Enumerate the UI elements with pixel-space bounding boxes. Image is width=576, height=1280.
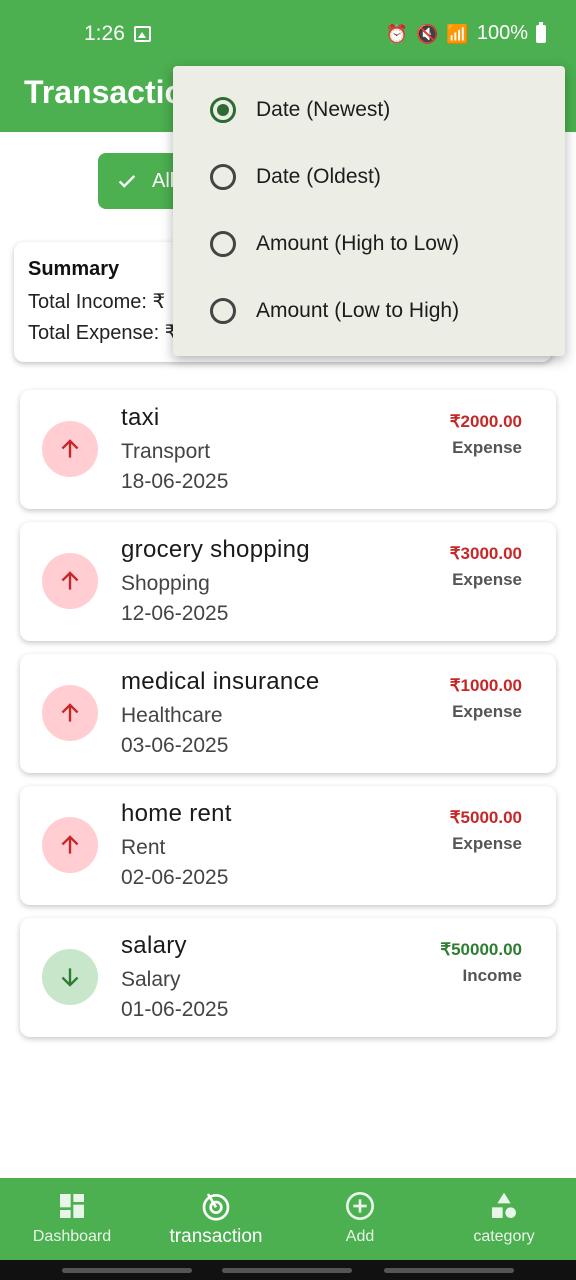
expense-avatar: [42, 685, 98, 741]
nav-label: transaction: [169, 1226, 263, 1247]
transaction-date: 01-06-2025: [121, 998, 229, 1021]
sort-option-label: Amount (High to Low): [256, 231, 460, 255]
transaction-item[interactable]: salary Salary 01-06-2025 ₹50000.00 Incom…: [20, 918, 556, 1037]
transaction-amount: ₹1000.00: [449, 676, 522, 695]
wifi-icon: 📶: [446, 23, 469, 44]
arrow-up-icon: [61, 703, 79, 722]
transaction-icon: [202, 1193, 230, 1221]
transaction-item[interactable]: taxi Transport 18-06-2025 ₹2000.00 Expen…: [20, 390, 556, 509]
nav-dashboard[interactable]: Dashboard: [0, 1178, 144, 1260]
transaction-item[interactable]: grocery shopping Shopping 12-06-2025 ₹30…: [20, 522, 556, 641]
nav-category[interactable]: category: [432, 1178, 576, 1260]
status-icons: ⏰ 🔇 📶 100%: [385, 21, 546, 45]
transaction-category: Salary: [121, 968, 181, 991]
gesture-pill: [222, 1268, 352, 1273]
transaction-category: Rent: [121, 836, 166, 859]
sort-option-label: Date (Oldest): [256, 164, 381, 188]
transaction-date: 02-06-2025: [121, 866, 229, 889]
transaction-item[interactable]: medical insurance Healthcare 03-06-2025 …: [20, 654, 556, 773]
sort-option-label: Date (Newest): [256, 97, 391, 121]
transaction-amount: ₹50000.00: [440, 940, 522, 959]
arrow-up-icon: [61, 439, 79, 458]
transaction-type: Income: [462, 966, 522, 985]
add-circle-icon: [346, 1192, 374, 1220]
category-icon: [492, 1192, 516, 1218]
transactions-screen: 1:26 ⏰ 🔇 📶 100% Transactions All Summary…: [0, 0, 576, 1280]
transaction-date: 18-06-2025: [121, 470, 229, 493]
expense-avatar: [42, 817, 98, 873]
dashboard-icon: [60, 1194, 84, 1218]
transaction-amount: ₹5000.00: [449, 808, 522, 827]
system-gesture-bar: [0, 1260, 576, 1280]
transaction-name: salary: [121, 932, 187, 959]
alarm-icon: ⏰: [385, 23, 408, 44]
transaction-date: 12-06-2025: [121, 602, 229, 625]
nav-label: Dashboard: [32, 1228, 112, 1245]
transaction-category: Transport: [121, 440, 211, 463]
sort-option-label: Amount (Low to High): [256, 298, 460, 322]
sort-option-amount-low-high[interactable]: Amount (Low to High): [173, 277, 565, 344]
filter-chip-label: All: [152, 169, 175, 192]
transaction-type: Expense: [452, 834, 522, 853]
expense-avatar: [42, 421, 98, 477]
transaction-amount: ₹2000.00: [449, 412, 522, 431]
bottom-navigation: Dashboard transaction Add category: [0, 1178, 576, 1260]
sort-option-date-newest[interactable]: Date (Newest): [173, 76, 565, 143]
mute-icon: 🔇: [416, 23, 439, 44]
transaction-date: 03-06-2025: [121, 734, 229, 757]
gesture-pill: [62, 1268, 192, 1273]
radio-unchecked-icon: [210, 230, 236, 257]
sort-option-amount-high-low[interactable]: Amount (High to Low): [173, 210, 565, 277]
status-time: 1:26: [84, 22, 125, 45]
status-bar: 1:26 ⏰ 🔇 📶 100%: [0, 0, 576, 66]
transaction-name: taxi: [121, 404, 160, 431]
transaction-type: Expense: [452, 438, 522, 457]
battery-percent: 100%: [476, 22, 528, 44]
transaction-name: medical insurance: [121, 668, 320, 695]
transaction-name: grocery shopping: [121, 536, 310, 563]
transaction-item[interactable]: home rent Rent 02-06-2025 ₹5000.00 Expen…: [20, 786, 556, 905]
radio-unchecked-icon: [210, 297, 236, 324]
nav-transaction[interactable]: transaction: [144, 1178, 288, 1260]
transaction-list: taxi Transport 18-06-2025 ₹2000.00 Expen…: [20, 390, 556, 1050]
nav-add[interactable]: Add: [288, 1178, 432, 1260]
image-notification-icon: [134, 26, 151, 42]
radio-checked-icon: [210, 96, 236, 123]
arrow-up-icon: [61, 835, 79, 854]
gesture-pill: [384, 1268, 514, 1273]
sort-menu: Date (Newest) Date (Oldest) Amount (High…: [173, 66, 565, 356]
income-avatar: [42, 949, 98, 1005]
expense-avatar: [42, 553, 98, 609]
sort-option-date-oldest[interactable]: Date (Oldest): [173, 143, 565, 210]
transaction-amount: ₹3000.00: [449, 544, 522, 563]
nav-label: Add: [345, 1228, 375, 1245]
transaction-type: Expense: [452, 702, 522, 721]
transaction-name: home rent: [121, 800, 232, 827]
transaction-category: Shopping: [121, 572, 210, 595]
battery-icon: [536, 21, 546, 43]
transaction-category: Healthcare: [121, 704, 223, 727]
arrow-down-icon: [61, 968, 79, 987]
arrow-up-icon: [61, 571, 79, 590]
transaction-type: Expense: [452, 570, 522, 589]
radio-unchecked-icon: [210, 163, 236, 190]
nav-label: category: [473, 1228, 535, 1245]
check-icon: [118, 175, 136, 188]
